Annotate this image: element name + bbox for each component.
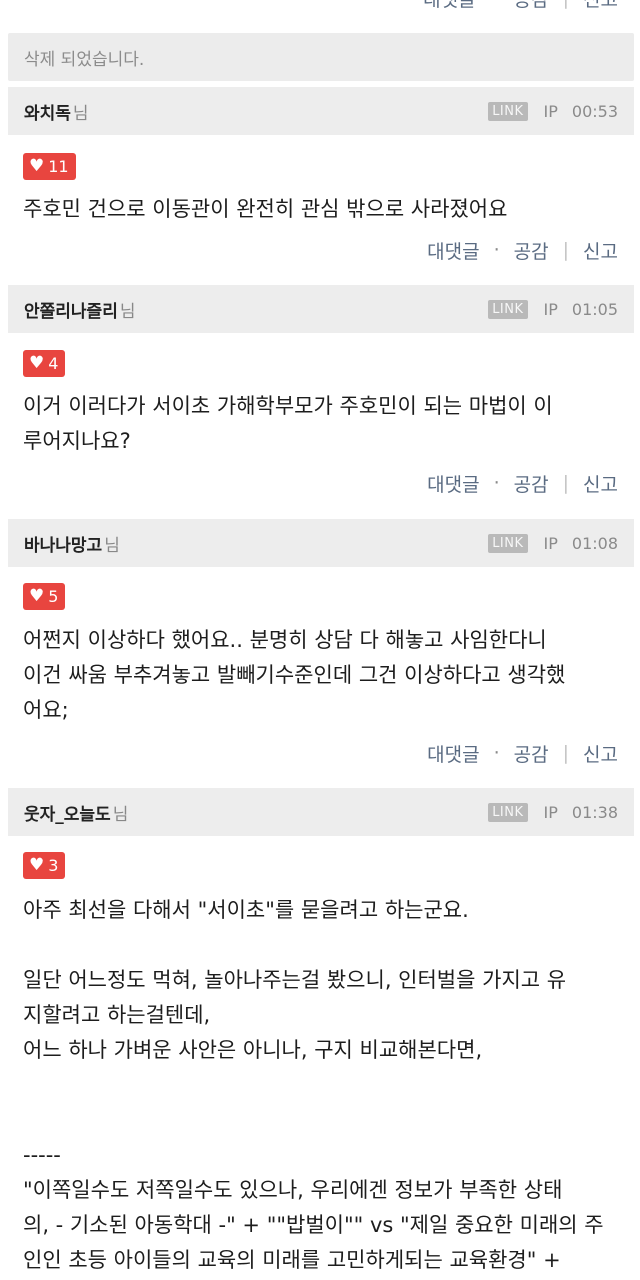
- like-button[interactable]: 공감: [514, 237, 549, 264]
- link-badge[interactable]: LINK: [488, 299, 528, 319]
- heart-icon: ♥: [29, 156, 45, 176]
- comment-time: 01:05: [571, 299, 618, 319]
- comment-text: 주호민 건으로 이동관이 완전히 관심 밖으로 사라졌어요: [23, 197, 508, 221]
- comment-header: 와치독 님 LINK IP 00:53: [8, 87, 634, 135]
- report-button[interactable]: 신고: [583, 740, 618, 767]
- like-button[interactable]: 공감: [514, 0, 549, 12]
- comment-header: 웃자_오늘도 님 LINK IP 01:38: [8, 788, 634, 836]
- report-button[interactable]: 신고: [583, 237, 618, 264]
- author-nickname[interactable]: 안쫄리나즐리: [24, 297, 118, 322]
- ip-label: IP: [543, 101, 558, 121]
- ip-label: IP: [543, 299, 558, 319]
- like-count: 4: [48, 354, 59, 373]
- reply-button[interactable]: 대댓글: [423, 0, 475, 12]
- like-count: 5: [48, 587, 59, 606]
- separator-bar: |: [562, 472, 570, 494]
- link-badge[interactable]: LINK: [488, 533, 528, 553]
- comment-header: 바나나망고 님 LINK IP 01:08: [8, 519, 634, 567]
- separator-dot: ·: [493, 239, 500, 261]
- comment-time: 00:53: [571, 101, 618, 121]
- comment-text: 어쩐지 이상하다 했어요.. 분명히 상담 다 해놓고 사임한다니 이건 싸움 …: [23, 628, 566, 722]
- reply-button[interactable]: 대댓글: [427, 740, 479, 767]
- comment-text: 아주 최선을 다해서 "서이초"를 묻을려고 하는군요. 일단 어느정도 먹혀,…: [23, 898, 604, 1272]
- honorific-suffix: 님: [72, 103, 89, 124]
- heart-icon: ♥: [29, 855, 45, 875]
- like-count-badge[interactable]: ♥ 4: [23, 350, 66, 377]
- like-button[interactable]: 공감: [514, 470, 549, 497]
- report-button[interactable]: 신고: [583, 0, 618, 12]
- separator-dot: ·: [493, 472, 500, 494]
- like-button[interactable]: 공감: [514, 740, 549, 767]
- honorific-suffix: 님: [119, 301, 136, 322]
- comment-text: 이거 이러다가 서이초 가해학부모가 주호민이 되는 마법이 이 루어지나요?: [23, 394, 553, 453]
- report-button[interactable]: 신고: [583, 470, 618, 497]
- like-count: 3: [48, 856, 59, 875]
- comment-actions: 대댓글 · 공감 | 신고: [427, 740, 618, 766]
- ip-label: IP: [543, 533, 558, 553]
- ip-label: IP: [543, 802, 558, 822]
- separator-bar: |: [562, 239, 570, 261]
- author-nickname[interactable]: 와치독: [24, 99, 71, 124]
- comment-header: 안쫄리나즐리 님 LINK IP 01:05: [8, 285, 634, 333]
- honorific-suffix: 님: [112, 804, 129, 825]
- author-nickname[interactable]: 웃자_오늘도: [24, 800, 111, 825]
- separator-dot: ·: [493, 742, 500, 764]
- honorific-suffix: 님: [104, 535, 120, 556]
- heart-icon: ♥: [29, 353, 45, 373]
- comment-time: 01:38: [571, 802, 618, 822]
- comment-actions: 대댓글 · 공감 | 신고: [427, 237, 618, 263]
- heart-icon: ♥: [29, 586, 45, 606]
- deleted-comment-notice: 삭제 되었습니다.: [8, 33, 634, 81]
- like-count-badge[interactable]: ♥ 11: [23, 153, 76, 180]
- author-nickname[interactable]: 바나나망고: [24, 531, 102, 556]
- separator-dot: ·: [492, 0, 498, 9]
- like-count: 11: [48, 157, 69, 176]
- like-count-badge[interactable]: ♥ 3: [23, 852, 66, 879]
- reply-button[interactable]: 대댓글: [427, 470, 479, 497]
- top-comment-actions: 대댓글 · 공감 | 신고: [423, 0, 618, 12]
- link-badge[interactable]: LINK: [488, 101, 528, 121]
- like-count-badge[interactable]: ♥ 5: [23, 583, 66, 610]
- separator-bar: |: [562, 742, 570, 764]
- comment-actions: 대댓글 · 공감 | 신고: [427, 470, 618, 496]
- separator-bar: |: [563, 0, 569, 9]
- link-badge[interactable]: LINK: [488, 802, 528, 822]
- comment-time: 01:08: [571, 533, 618, 553]
- reply-button[interactable]: 대댓글: [427, 237, 479, 264]
